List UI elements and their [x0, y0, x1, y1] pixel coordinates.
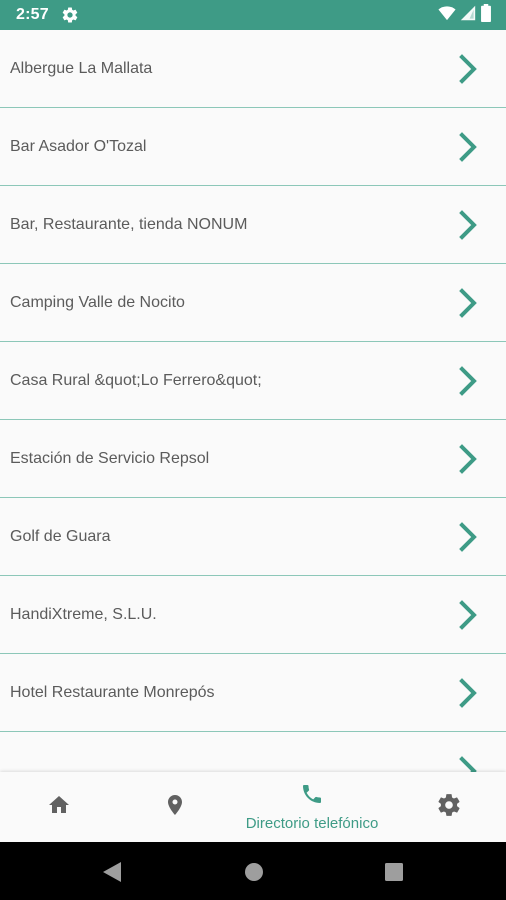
- list-item-label: Bar, Restaurante, tienda NONUM: [10, 215, 248, 233]
- battery-icon: [480, 3, 492, 27]
- nav-directory-label: Directorio telefónico: [245, 815, 379, 832]
- signal-icon: [460, 5, 476, 26]
- list-item[interactable]: HandiXtreme, S.L.U.: [0, 576, 506, 654]
- list-item-label: HandiXtreme, S.L.U.: [10, 605, 157, 623]
- list-item[interactable]: Camping Valle de Nocito: [0, 264, 506, 342]
- chevron-right-icon: [458, 131, 480, 162]
- status-bar: 2:57: [0, 0, 506, 30]
- home-icon: [47, 793, 71, 822]
- home-circle-icon[interactable]: [243, 861, 265, 883]
- chevron-right-icon: [458, 755, 480, 772]
- gear-icon: [61, 6, 79, 24]
- back-icon[interactable]: [101, 861, 123, 883]
- chevron-right-icon: [458, 599, 480, 630]
- list-item[interactable]: Golf de Guara: [0, 498, 506, 576]
- nav-directory-button[interactable]: Directorio telefónico: [222, 772, 402, 842]
- chevron-right-icon: [458, 365, 480, 396]
- list-item[interactable]: Hotel Restaurante Monrepós: [0, 654, 506, 732]
- chevron-right-icon: [458, 209, 480, 240]
- settings-icon: [436, 792, 462, 823]
- list-item[interactable]: Bar Asador O'Tozal: [0, 108, 506, 186]
- nav-map-button[interactable]: [146, 772, 204, 842]
- list-item[interactable]: Albergue La Mallata: [0, 30, 506, 108]
- list-item[interactable]: [0, 732, 506, 772]
- chevron-right-icon: [458, 677, 480, 708]
- nav-settings-button[interactable]: [420, 772, 478, 842]
- list-item-label: Casa Rural &quot;Lo Ferrero&quot;: [10, 371, 262, 389]
- list-item-label: Albergue La Mallata: [10, 59, 153, 77]
- system-navigation-bar: [0, 842, 506, 900]
- chevron-right-icon: [458, 287, 480, 318]
- wifi-icon: [438, 5, 456, 26]
- list-item[interactable]: Casa Rural &quot;Lo Ferrero&quot;: [0, 342, 506, 420]
- list-item-label: Bar Asador O'Tozal: [10, 137, 147, 155]
- list-item-label: Hotel Restaurante Monrepós: [10, 683, 215, 701]
- status-indicators: [438, 3, 492, 27]
- directory-list[interactable]: Albergue La Mallata Bar Asador O'Tozal B…: [0, 30, 506, 772]
- list-item-label: Camping Valle de Nocito: [10, 293, 185, 311]
- status-time: 2:57: [16, 6, 49, 23]
- chevron-right-icon: [458, 521, 480, 552]
- chevron-right-icon: [458, 443, 480, 474]
- list-item[interactable]: Estación de Servicio Repsol: [0, 420, 506, 498]
- recents-icon[interactable]: [383, 861, 405, 883]
- bottom-navigation: Directorio telefónico: [0, 772, 506, 842]
- list-item-label: Estación de Servicio Repsol: [10, 449, 210, 467]
- list-item-label: Golf de Guara: [10, 527, 111, 545]
- nav-home-button[interactable]: [30, 772, 88, 842]
- location-pin-icon: [163, 792, 187, 823]
- phone-icon: [300, 782, 324, 811]
- list-item[interactable]: Bar, Restaurante, tienda NONUM: [0, 186, 506, 264]
- chevron-right-icon: [458, 53, 480, 84]
